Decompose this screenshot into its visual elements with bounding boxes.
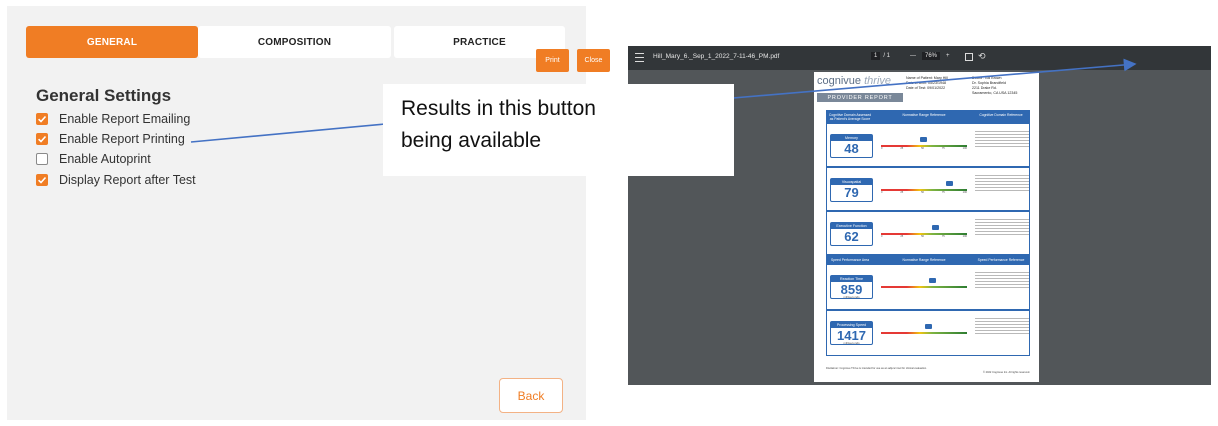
score-card: Visuospatial 79 xyxy=(830,178,873,202)
settings-panel: GENERAL COMPOSITION PRACTICE General Set… xyxy=(7,6,586,420)
report-footer: Disclaimer: Cognivue Thrive is intended … xyxy=(826,367,1030,374)
score-gauge: 0 25 50 75 100 xyxy=(881,136,967,154)
check-icon xyxy=(38,115,47,123)
domain-row-memory: Memory 48 0 25 50 75 100 xyxy=(826,123,1030,167)
menu-icon[interactable] xyxy=(635,53,644,62)
page-indicator: 1 / 1 xyxy=(871,52,890,60)
checkbox-display-report[interactable] xyxy=(36,174,48,186)
speed-gauge xyxy=(881,277,967,295)
domain-section-header: Cognitive Domain Assessed as Patient's A… xyxy=(826,110,1030,123)
check-icon xyxy=(38,135,47,143)
page-current-input[interactable]: 1 xyxy=(871,52,881,60)
option-label: Enable Report Printing xyxy=(59,132,185,146)
speed-description xyxy=(975,270,1029,290)
option-report-emailing[interactable]: Enable Report Emailing xyxy=(36,112,190,126)
fit-page-icon[interactable] xyxy=(965,53,973,61)
print-button[interactable]: Print xyxy=(536,49,569,72)
option-autoprint[interactable]: Enable Autoprint xyxy=(36,152,151,166)
tab-general[interactable]: GENERAL xyxy=(26,26,198,58)
speed-row-processing-speed: Processing Speed 1417 milliseconds xyxy=(826,310,1030,356)
report-page: cognivue thrive PROVIDER REPORT Name of … xyxy=(814,72,1039,382)
zoom-out-button[interactable]: — xyxy=(910,53,916,59)
speed-gauge xyxy=(881,323,967,341)
rotate-icon[interactable]: ⟲ xyxy=(978,51,986,62)
checkbox-autoprint[interactable] xyxy=(36,153,48,165)
settings-heading: General Settings xyxy=(36,86,172,105)
option-display-report[interactable]: Display Report after Test xyxy=(36,173,196,187)
report-header: cognivue thrive PROVIDER REPORT Name of … xyxy=(814,72,1039,108)
domain-description xyxy=(975,217,1029,237)
report-banner: PROVIDER REPORT xyxy=(817,93,903,102)
option-label: Enable Autoprint xyxy=(59,152,151,166)
domain-description xyxy=(975,129,1029,149)
screenshot-composite: GENERAL COMPOSITION PRACTICE General Set… xyxy=(0,0,1218,426)
page-total: / 1 xyxy=(883,53,891,59)
domain-description xyxy=(975,173,1029,193)
close-button[interactable]: Close xyxy=(577,49,610,72)
option-report-printing[interactable]: Enable Report Printing xyxy=(36,132,185,146)
callout-box: Results in this button being available xyxy=(383,84,734,176)
callout-line-2: being available xyxy=(401,129,542,152)
domain-row-executive-function: Executive Function 62 0 25 50 75 100 xyxy=(826,211,1030,255)
speed-section-header: Speed Performance Area Normative Range R… xyxy=(826,255,1030,264)
pdf-toolbar: Hill_Mary_6._Sep_1_2022_7-11-46_PM.pdf 1… xyxy=(628,46,1211,70)
speed-description xyxy=(975,316,1029,336)
callout-line-1: Results in this button xyxy=(401,97,596,120)
report-logo: cognivue thrive xyxy=(817,75,892,87)
check-icon xyxy=(38,176,47,184)
score-gauge: 0 25 50 75 100 xyxy=(881,180,967,198)
zoom-control: — 76% + xyxy=(910,52,950,60)
doctor-info: Doctor: Tod Brown Dr. Sophia Brandfield 2… xyxy=(972,76,1018,95)
checkbox-report-emailing[interactable] xyxy=(36,113,48,125)
patient-info: Name of Patient: Mary Hill Date of Birth:… xyxy=(906,76,948,90)
score-card: Processing Speed 1417 milliseconds xyxy=(830,321,873,345)
score-card: Executive Function 62 xyxy=(830,222,873,246)
score-card: Memory 48 xyxy=(830,134,873,158)
pdf-filename: Hill_Mary_6._Sep_1_2022_7-11-46_PM.pdf xyxy=(653,53,780,60)
tab-composition[interactable]: COMPOSITION xyxy=(198,26,391,58)
score-card: Reaction Time 859 milliseconds xyxy=(830,275,873,299)
score-gauge: 0 25 50 75 100 xyxy=(881,224,967,242)
checkbox-report-printing[interactable] xyxy=(36,133,48,145)
zoom-in-button[interactable]: + xyxy=(946,53,950,59)
option-label: Enable Report Emailing xyxy=(59,112,191,126)
speed-row-reaction-time: Reaction Time 859 milliseconds xyxy=(826,264,1030,310)
zoom-value[interactable]: 76% xyxy=(922,52,941,60)
domain-row-visuospatial: Visuospatial 79 0 25 50 75 100 xyxy=(826,167,1030,211)
back-button[interactable]: Back xyxy=(499,378,563,413)
option-label: Display Report after Test xyxy=(59,173,196,187)
